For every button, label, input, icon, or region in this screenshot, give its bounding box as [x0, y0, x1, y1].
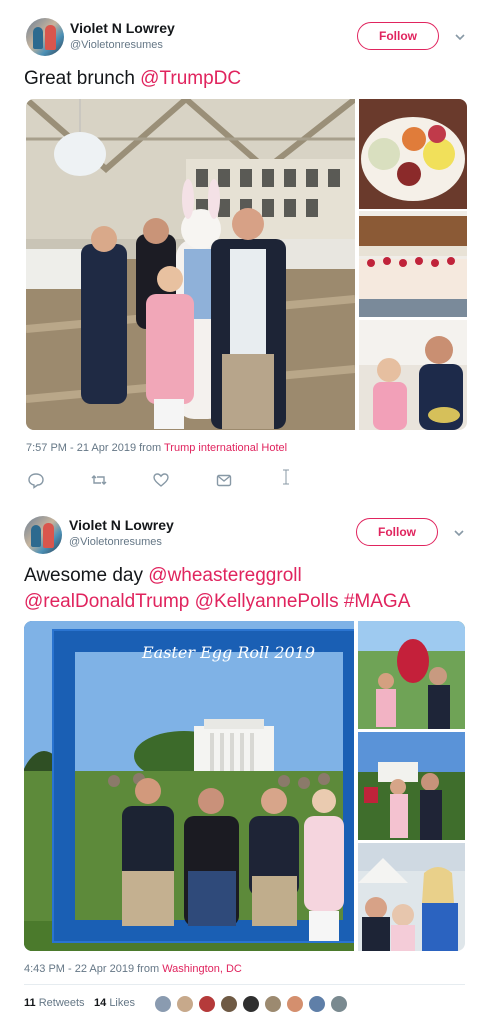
mention-link[interactable]: @KellyannePolls	[195, 591, 339, 612]
sign-text: Easter Egg Roll 2019	[142, 643, 316, 662]
retweets-count: 11	[24, 997, 36, 1009]
tweet-timestamp: 4:43 PM - 22 Apr 2019 from Washington, D…	[24, 963, 242, 975]
family-photo[interactable]	[359, 320, 467, 430]
retweets-stat[interactable]: 11 Retweets	[24, 997, 85, 1009]
timestamp-text[interactable]: 4:43 PM - 22 Apr 2019 from	[24, 963, 162, 975]
tweet-text-line-2: @realDonaldTrump @KellyannePolls #MAGA	[24, 590, 410, 614]
tweet-text-body: Awesome day	[24, 565, 149, 586]
like-icon[interactable]	[152, 471, 170, 489]
timestamp-text[interactable]: 7:57 PM - 21 Apr 2019 from	[26, 442, 164, 454]
tweet-timestamp: 7:57 PM - 21 Apr 2019 from Trump interna…	[26, 442, 287, 454]
author-handle[interactable]: @Violetonresumes	[69, 536, 162, 548]
likes-stat[interactable]: 14 Likes	[94, 997, 135, 1009]
reply-icon[interactable]	[27, 471, 45, 489]
tweet-text: Great brunch @TrumpDC	[24, 67, 241, 91]
chevron-down-icon[interactable]	[451, 525, 467, 541]
media-grid: Easter Egg Roll 2019	[24, 621, 465, 951]
tweet-1: Violet N Lowrey @Violetonresumes Follow …	[0, 0, 491, 500]
retweet-icon[interactable]	[90, 471, 108, 489]
avatar[interactable]	[26, 18, 64, 56]
location-link[interactable]: Trump international Hotel	[164, 442, 287, 454]
direct-message-icon[interactable]	[215, 471, 233, 489]
liker-avatar[interactable]	[308, 995, 326, 1013]
easter-egg-roll-photo[interactable]: Easter Egg Roll 2019	[24, 621, 354, 951]
location-link[interactable]: Washington, DC	[162, 963, 242, 975]
tweet-text-body: Great brunch	[24, 68, 141, 89]
hashtag-link[interactable]: #MAGA	[344, 591, 411, 612]
follow-button[interactable]: Follow	[357, 22, 439, 50]
author-name[interactable]: Violet N Lowrey	[69, 517, 174, 533]
egg-display-photo[interactable]	[358, 621, 465, 729]
media-grid	[26, 99, 467, 430]
retweets-label: Retweets	[38, 997, 85, 1009]
text-cursor-icon	[283, 469, 289, 485]
liker-avatar[interactable]	[198, 995, 216, 1013]
liker-avatar[interactable]	[220, 995, 238, 1013]
avatar[interactable]	[24, 516, 62, 554]
dessert-photo-1[interactable]	[359, 99, 467, 209]
liker-avatar[interactable]	[154, 995, 172, 1013]
liker-avatar[interactable]	[176, 995, 194, 1013]
chevron-down-icon[interactable]	[452, 29, 468, 45]
mention-link[interactable]: @wheastereggroll	[148, 565, 301, 586]
brunch-photo[interactable]	[26, 99, 355, 430]
liker-avatar[interactable]	[330, 995, 348, 1013]
dessert-photo-2[interactable]	[359, 211, 467, 317]
liker-avatar[interactable]	[286, 995, 304, 1013]
follow-button[interactable]: Follow	[356, 518, 438, 546]
likes-count: 14	[94, 997, 107, 1009]
author-name[interactable]: Violet N Lowrey	[70, 20, 175, 36]
divider	[24, 984, 465, 985]
author-handle[interactable]: @Violetonresumes	[70, 39, 163, 51]
stage-photo[interactable]	[358, 732, 465, 840]
mention-link[interactable]: @realDonaldTrump	[24, 591, 189, 612]
tweet-text-line-1: Awesome day @wheastereggroll	[24, 564, 302, 588]
liker-avatar[interactable]	[242, 995, 260, 1013]
tweet-2: Violet N Lowrey @Violetonresumes Follow …	[0, 500, 491, 1023]
mention-link[interactable]: @TrumpDC	[140, 68, 241, 89]
liker-avatar[interactable]	[264, 995, 282, 1013]
kellyanne-photo[interactable]	[358, 843, 465, 951]
likes-label: Likes	[109, 997, 135, 1009]
